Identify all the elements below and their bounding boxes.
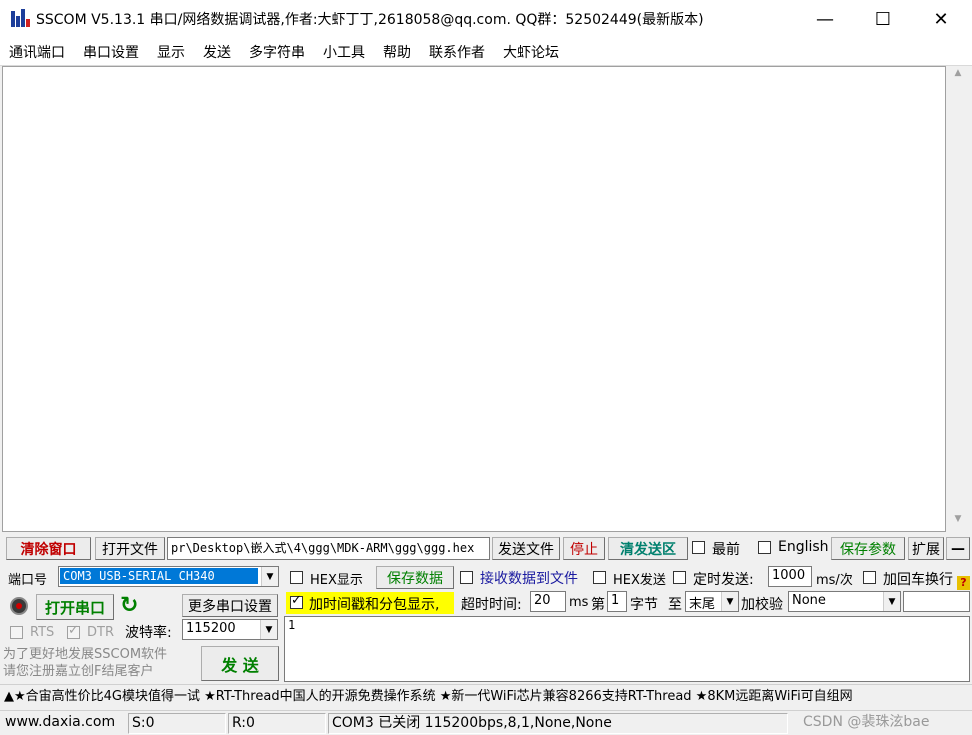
save-params-button[interactable]: 保存参数 <box>831 537 905 560</box>
recv-to-file-label: 接收数据到文件 <box>480 571 578 587</box>
menu-help[interactable]: 帮助 <box>374 42 420 62</box>
scroll-down-icon[interactable]: ▼ <box>946 514 970 530</box>
menu-display[interactable]: 显示 <box>148 42 194 62</box>
port-label: 端口号 <box>8 573 48 588</box>
chevron-down-icon[interactable]: ▼ <box>261 567 278 586</box>
menu-contact-author[interactable]: 联系作者 <box>420 42 494 62</box>
interval-input[interactable]: 1000 <box>768 566 812 587</box>
byte-unit-label: 字节 <box>630 597 658 613</box>
window-title: SSCOM V5.13.1 串口/网络数据调试器,作者:大虾丁丁,2618058… <box>36 12 704 28</box>
add-crlf-checkbox[interactable] <box>863 571 876 584</box>
menu-bar: 通讯端口 串口设置 显示 发送 多字符串 小工具 帮助 联系作者 大虾论坛 <box>0 38 972 66</box>
english-label: English <box>778 539 829 555</box>
timestamp-label: 加时间戳和分包显示, <box>309 597 440 613</box>
english-checkbox[interactable] <box>758 541 771 554</box>
byte-from-label: 第 <box>591 597 605 613</box>
ad-ticker[interactable]: ▲★合宙高性价比4G模块值得一试 ★RT-Thread中国人的开源免费操作系统 … <box>0 684 972 708</box>
menu-forum[interactable]: 大虾论坛 <box>494 42 568 62</box>
open-file-button[interactable]: 打开文件 <box>95 537 165 560</box>
to-label: 至 <box>668 597 682 613</box>
send-textarea[interactable]: 1 <box>284 616 970 682</box>
timed-send-checkbox[interactable] <box>673 571 686 584</box>
file-path-field[interactable]: pr\Desktop\嵌入式\4\ggg\MDK-ARM\ggg\ggg.hex <box>167 537 490 560</box>
add-crlf-label: 加回车换行 <box>883 572 953 588</box>
status-sent-count: S:0 <box>128 713 226 734</box>
chevron-down-icon[interactable]: ▼ <box>883 592 900 611</box>
menu-serial-settings[interactable]: 串口设置 <box>74 42 148 62</box>
byte-to-value: 末尾 <box>689 597 716 612</box>
status-received-count: R:0 <box>228 713 326 734</box>
clear-send-button[interactable]: 清发送区 <box>608 537 688 560</box>
scroll-up-icon[interactable]: ▲ <box>946 68 970 84</box>
timeout-input[interactable]: 20 <box>530 591 566 612</box>
hex-send-checkbox[interactable] <box>593 571 606 584</box>
rts-label: RTS <box>30 625 55 640</box>
menu-comm-port[interactable]: 通讯端口 <box>0 42 74 62</box>
port-select-value: COM3 USB-SERIAL CH340 <box>60 568 258 584</box>
chevron-down-icon[interactable]: ▼ <box>260 620 277 639</box>
clear-window-button[interactable]: 清除窗口 <box>6 537 91 560</box>
dtr-label: DTR <box>87 625 114 640</box>
hex-send-label: HEX发送 <box>613 573 666 588</box>
chevron-down-icon[interactable]: ▼ <box>721 592 738 611</box>
timeout-label: 超时时间: <box>461 597 522 613</box>
register-promo-text[interactable]: 为了更好地发展SSCOM软件 请您注册嘉立创F结尾客户 <box>3 646 167 680</box>
open-port-button[interactable]: 打开串口 <box>36 594 114 620</box>
send-button[interactable]: 发 送 <box>201 646 279 681</box>
save-data-button[interactable]: 保存数据 <box>376 566 454 589</box>
help-icon[interactable]: ? <box>957 576 970 590</box>
topmost-label: 最前 <box>712 542 740 558</box>
receive-area[interactable] <box>2 66 946 532</box>
baud-label: 波特率: <box>125 625 172 641</box>
topmost-checkbox[interactable] <box>692 541 705 554</box>
minimize-button[interactable]: — <box>796 0 854 38</box>
status-bar: www.daxia.com S:0 R:0 COM3 已关闭 115200bps… <box>0 710 972 735</box>
csdn-watermark: CSDN @裴珠泫bae <box>803 714 930 730</box>
receive-scrollbar[interactable]: ▲ ▼ <box>946 66 970 532</box>
hex-display-checkbox[interactable] <box>290 571 303 584</box>
checksum-select[interactable]: None ▼ <box>788 591 901 612</box>
hex-display-label: HEX显示 <box>310 573 363 588</box>
more-serial-settings-button[interactable]: 更多串口设置 <box>182 594 278 617</box>
timed-send-label: 定时发送: <box>693 572 754 588</box>
rts-checkbox[interactable] <box>10 626 23 639</box>
close-button[interactable]: ✕ <box>912 0 970 38</box>
menu-tools[interactable]: 小工具 <box>314 42 374 62</box>
recv-to-file-checkbox[interactable] <box>460 571 473 584</box>
baud-select[interactable]: 115200 ▼ <box>182 619 278 640</box>
send-file-button[interactable]: 发送文件 <box>492 537 560 560</box>
byte-from-input[interactable]: 1 <box>607 591 627 612</box>
checksum-extra-field[interactable] <box>903 591 970 612</box>
baud-select-value: 115200 <box>186 621 236 636</box>
refresh-icon[interactable]: ↻ <box>120 593 138 618</box>
title-bar: SSCOM V5.13.1 串口/网络数据调试器,作者:大虾丁丁,2618058… <box>0 0 972 38</box>
timestamp-checkbox[interactable] <box>290 593 303 609</box>
interval-unit-label: ms/次 <box>816 573 853 588</box>
menu-multi-string[interactable]: 多字符串 <box>240 42 314 62</box>
port-select[interactable]: COM3 USB-SERIAL CH340 ▼ <box>58 566 279 587</box>
byte-to-select[interactable]: 末尾 ▼ <box>685 591 739 612</box>
stop-button[interactable]: 停止 <box>563 537 605 560</box>
status-website[interactable]: www.daxia.com <box>2 713 126 734</box>
sscom-app-icon <box>10 9 30 29</box>
checksum-label: 加校验 <box>741 597 783 613</box>
checksum-value: None <box>792 593 826 608</box>
port-status-indicator-icon <box>10 597 28 615</box>
dtr-checkbox[interactable] <box>67 623 80 639</box>
maximize-button[interactable]: ☐ <box>854 0 912 38</box>
collapse-button[interactable]: — <box>946 537 970 560</box>
menu-send[interactable]: 发送 <box>194 42 240 62</box>
expand-button[interactable]: 扩展 <box>908 537 944 560</box>
timeout-unit-label: ms <box>569 595 589 610</box>
status-port-state: COM3 已关闭 115200bps,8,1,None,None <box>328 713 788 734</box>
